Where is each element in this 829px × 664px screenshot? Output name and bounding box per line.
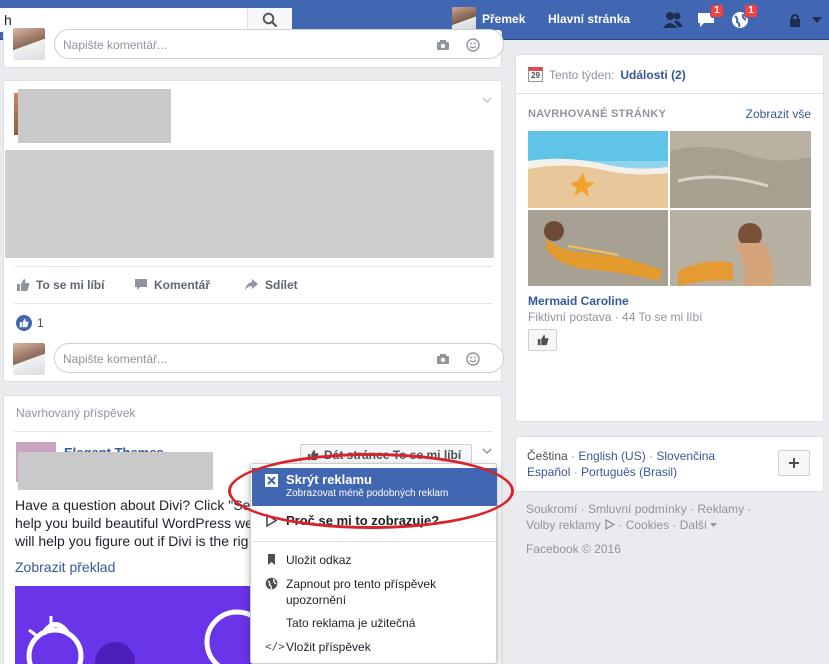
hide-ad-title: Skrýt reklamu [286, 472, 372, 487]
languages-card: Čeština · English (US) · Slovenčina Espa… [515, 436, 824, 492]
post-card: To se mi líbí Komentář Sdílet 1 Napište … [3, 80, 504, 382]
hide-ad-row[interactable]: Skrýt reklamu Zobrazovat méně podobných … [265, 472, 448, 499]
save-link-label: Uložit odkaz [286, 553, 352, 567]
calendar-icon: 29 [528, 67, 543, 82]
language-link[interactable]: Português (Brasil) [581, 465, 677, 479]
redacted-post-content [5, 150, 494, 258]
add-language-button[interactable] [778, 450, 810, 476]
see-all-link[interactable]: Zobrazit vše [746, 107, 811, 121]
like-page-label: Dát stránce To se mi líbí [324, 448, 462, 462]
commenter-avatar [13, 28, 45, 60]
footer-links: Soukromí · Smluvní podmínky · Reklamy · … [526, 501, 816, 557]
notifications-badge: 1 [744, 4, 758, 18]
comment-icon [135, 279, 147, 290]
post-options-chevron-icon[interactable] [482, 448, 492, 455]
close-box-icon [265, 474, 278, 487]
comment-button[interactable]: Komentář [134, 278, 210, 292]
redacted-sponsor [18, 452, 213, 490]
language-link[interactable]: Slovenčina [656, 449, 715, 463]
thumbs-up-icon [537, 334, 548, 346]
caret-down-icon [710, 523, 718, 527]
footer-line[interactable]: Volby reklamy · Cookies · Další [526, 517, 816, 533]
events-link[interactable]: Události (2) [620, 68, 685, 82]
post-options-chevron-icon[interactable] [482, 97, 492, 104]
share-label: Sdílet [265, 278, 298, 292]
play-triangle-icon [266, 514, 278, 527]
footer-line[interactable]: Soukromí · Smluvní podmínky · Reklamy · [526, 501, 816, 517]
why-label: Proč se mi to zobrazuje? [286, 513, 440, 528]
suggested-pages-header: NAVRHOVANÉ STRÁNKY [528, 108, 667, 120]
bookmark-icon [268, 554, 275, 565]
globe-icon [265, 577, 278, 590]
ad-useful-item[interactable]: Tato reklama je užitečná [286, 616, 415, 630]
ad-image[interactable] [15, 586, 255, 664]
suggested-page-meta: Fiktivní postava · 44 To se mi líbí [528, 310, 703, 324]
thumbs-up-icon [17, 279, 30, 291]
user-avatar[interactable] [452, 7, 476, 31]
ad-choices-icon [605, 518, 616, 531]
suggested-page-name[interactable]: Mermaid Caroline [528, 294, 629, 308]
turn-on-notifications-item[interactable]: Zapnout pro tento příspěvek upozornění [265, 576, 436, 608]
why-am-i-seeing-this-item[interactable]: Proč se mi to zobrazuje? [265, 513, 439, 528]
camera-icon[interactable] [435, 37, 451, 53]
comment-label: Komentář [154, 278, 211, 292]
events-prefix: Tento týden: [549, 67, 615, 82]
emoji-icon[interactable] [465, 351, 481, 367]
language-link[interactable]: English (US) [578, 449, 645, 463]
thumbs-up-icon [307, 449, 319, 461]
share-arrow-icon [245, 279, 258, 291]
profile-link[interactable]: Přemek [482, 12, 525, 26]
comment-input[interactable]: Napište komentář... [54, 29, 504, 59]
comment-input[interactable]: Napište komentář... [54, 343, 504, 373]
code-icon: </> [265, 640, 285, 653]
account-dropdown-icon[interactable] [806, 9, 828, 31]
messages-badge: 1 [710, 4, 724, 18]
current-language: Čeština [527, 449, 568, 463]
see-translation-link[interactable]: Zobrazit překlad [15, 559, 115, 575]
emoji-icon[interactable] [465, 37, 481, 53]
friend-requests-icon[interactable] [662, 9, 684, 31]
ad-useful-label: Tato reklama je užitečná [286, 616, 416, 630]
hide-ad-subtitle: Zobrazovat méně podobných reklam [286, 488, 449, 499]
notifications-label-line2: upozornění [286, 593, 347, 607]
like-reaction-icon [16, 315, 32, 331]
copyright: Facebook © 2016 [526, 542, 621, 556]
ad-options-menu: Skrýt reklamu Zobrazovat méně podobných … [250, 463, 497, 664]
privacy-shortcuts-icon[interactable] [784, 9, 806, 31]
share-button[interactable]: Sdílet [244, 278, 298, 292]
plus-icon [789, 458, 799, 468]
comment-placeholder: Napište komentář... [63, 38, 168, 52]
like-count: 1 [37, 316, 44, 330]
right-sidebar-card: 29 Tento týden: Události (2) NAVRHOVANÉ … [515, 54, 824, 422]
save-link-item[interactable]: Uložit odkaz [265, 553, 351, 567]
notifications-label-line1: Zapnout pro tento příspěvek [286, 577, 437, 591]
comment-placeholder: Napište komentář... [63, 352, 168, 366]
comment-composer: Napište komentář... [13, 343, 504, 375]
like-suggested-page-button[interactable] [528, 329, 557, 351]
camera-icon[interactable] [435, 351, 451, 367]
like-label: To se mi líbí [36, 278, 105, 292]
reactions-summary[interactable]: 1 [16, 315, 44, 331]
home-link[interactable]: Hlavní stránka [548, 12, 630, 26]
like-button[interactable]: To se mi líbí [16, 278, 104, 292]
footer-more-links[interactable]: · Cookies · Další [618, 518, 707, 532]
embed-label: Vložit příspěvek [286, 640, 371, 654]
language-list: Čeština · English (US) · Slovenčina Espa… [527, 449, 716, 479]
comment-composer: Napište komentář... [13, 28, 504, 61]
redacted-author [18, 89, 171, 143]
events-row: 29 Tento týden: Události (2) [528, 67, 686, 82]
page-cover-collage[interactable] [528, 131, 811, 286]
cover-photo [528, 131, 811, 286]
ad-artwork [15, 586, 255, 664]
post-card: Napište komentář... [3, 28, 504, 68]
ad-choices-link[interactable]: Volby reklamy [526, 518, 601, 532]
suggested-post-header: Navrhovaný příspěvek [16, 406, 136, 420]
language-link[interactable]: Español [527, 465, 570, 479]
search-icon [262, 12, 278, 28]
embed-post-item[interactable]: </> Vložit příspěvek [265, 640, 371, 654]
commenter-avatar [13, 343, 45, 375]
